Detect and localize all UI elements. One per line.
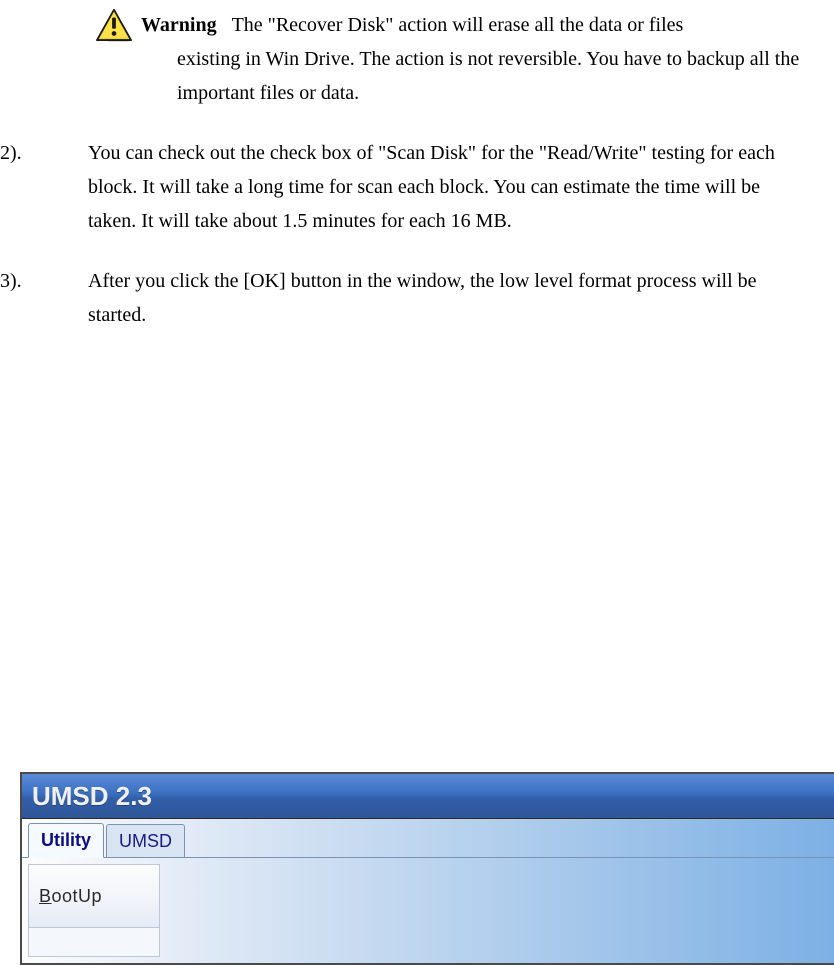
tab-umsd[interactable]: UMSD bbox=[106, 824, 185, 857]
main-area bbox=[166, 858, 834, 963]
tab-utility[interactable]: Utility bbox=[28, 823, 104, 858]
tab-utility-label: Utility bbox=[41, 830, 91, 851]
warning-icon bbox=[95, 8, 133, 42]
tab-umsd-label: UMSD bbox=[119, 831, 172, 852]
content-row: BootUp bbox=[22, 858, 834, 963]
window-title: UMSD 2.3 bbox=[32, 781, 152, 812]
sidebar: BootUp bbox=[28, 864, 160, 957]
bootup-label: BootUp bbox=[39, 886, 102, 907]
step-2: 2). You can check out the check box of "… bbox=[0, 136, 834, 238]
warning-block: Warning The "Recover Disk" action will e… bbox=[0, 0, 834, 110]
warning-text: Warning The "Recover Disk" action will e… bbox=[141, 8, 804, 110]
step-number: 2). bbox=[0, 136, 88, 238]
step-3: 3). After you click the [OK] button in t… bbox=[0, 264, 834, 332]
tab-row: Utility UMSD bbox=[22, 819, 834, 858]
step-body: You can check out the check box of "Scan… bbox=[88, 136, 804, 238]
step-body: After you click the [OK] button in the w… bbox=[88, 264, 804, 332]
app-window: UMSD 2.3 Utility UMSD BootUp bbox=[20, 772, 834, 965]
warning-label: Warning bbox=[141, 14, 217, 36]
warning-rest: existing in Win Drive. The action is not… bbox=[141, 42, 804, 110]
step-number: 3). bbox=[0, 264, 88, 332]
warning-line1: The "Recover Disk" action will erase all… bbox=[232, 14, 684, 36]
title-bar: UMSD 2.3 bbox=[22, 774, 834, 819]
bootup-button[interactable]: BootUp bbox=[29, 865, 159, 928]
